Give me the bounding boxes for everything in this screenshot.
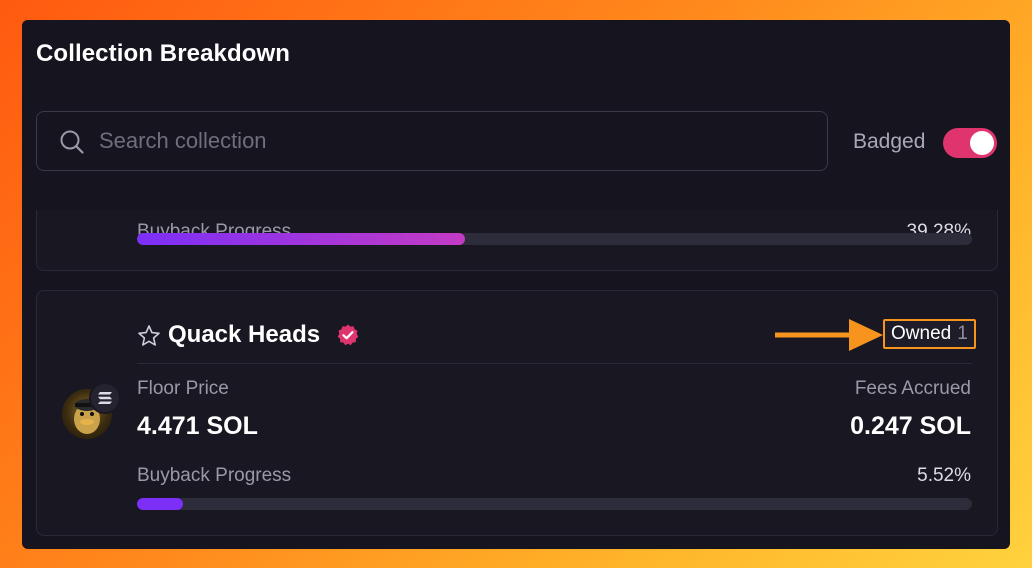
- owned-badge: Owned 1: [883, 319, 976, 349]
- toggle-knob: [970, 131, 994, 155]
- badged-toggle[interactable]: [943, 128, 997, 158]
- search-icon: [60, 130, 84, 154]
- card-divider: [137, 363, 972, 364]
- buyback-progress-bar: [137, 498, 972, 510]
- buyback-progress-fill: [137, 498, 184, 510]
- collection-card-quack-heads[interactable]: Quack Heads Owned 1 Floor Price 4.471 SO…: [36, 290, 998, 536]
- owned-count: 1: [957, 323, 968, 344]
- panel-header: Collection Breakdown Badged: [22, 20, 1010, 210]
- owned-label: Owned: [891, 323, 952, 344]
- verified-badge-icon: [337, 324, 359, 346]
- page-title: Collection Breakdown: [36, 40, 291, 67]
- buyback-progress-fill: [137, 233, 465, 245]
- badged-filter-label: Badged: [853, 130, 926, 153]
- floor-price-label: Floor Price: [137, 378, 229, 399]
- star-outline-icon[interactable]: [137, 324, 161, 348]
- solana-icon: [89, 382, 121, 414]
- collection-breakdown-panel: Buyback Progress 39.28% Quack Heads Owne…: [22, 20, 1010, 549]
- buyback-progress-bar: [137, 233, 972, 245]
- search-box[interactable]: [36, 111, 828, 171]
- fees-accrued-label: Fees Accrued: [854, 378, 971, 399]
- buyback-progress-label: Buyback Progress: [137, 465, 292, 486]
- collection-name[interactable]: Quack Heads: [168, 321, 320, 349]
- floor-price-value: 4.471 SOL: [137, 412, 258, 440]
- solana-logo: [98, 392, 112, 404]
- fees-accrued-value: 0.247 SOL: [850, 412, 971, 440]
- arrow-right-icon: [775, 319, 883, 351]
- search-input[interactable]: [99, 112, 799, 170]
- buyback-progress-value: 5.52%: [917, 465, 971, 486]
